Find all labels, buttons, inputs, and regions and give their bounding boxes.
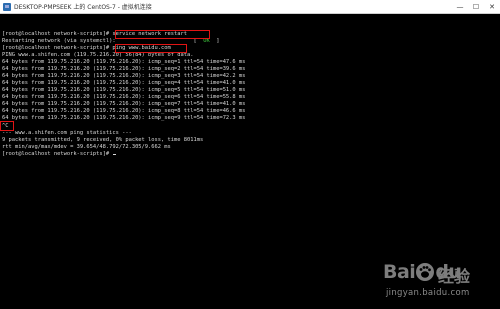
highlight-box-interrupt <box>0 121 14 131</box>
terminal-line: 64 bytes from 119.75.216.20 (119.75.216.… <box>2 66 246 72</box>
terminal-line: 9 packets transmitted, 9 received, 0% pa… <box>2 137 204 143</box>
terminal-line: 64 bytes from 119.75.216.20 (119.75.216.… <box>2 115 246 121</box>
window-title: DESKTOP-PMPSEEK 上的 CentOS-7 - 虚拟机连接 <box>14 4 152 11</box>
maximize-icon[interactable]: ☐ <box>468 0 484 13</box>
terminal-line: --- www.a.shifen.com ping statistics --- <box>2 130 132 136</box>
cursor <box>113 154 117 155</box>
terminal-line: 64 bytes from 119.75.216.20 (119.75.216.… <box>2 73 246 79</box>
terminal-line: PING www.a.shifen.com (119.75.216.20) 56… <box>2 52 194 58</box>
terminal-line: 64 bytes from 119.75.216.20 (119.75.216.… <box>2 59 246 65</box>
highlight-box-ping-command <box>115 44 187 53</box>
terminal-line: 64 bytes from 119.75.216.20 (119.75.216.… <box>2 87 246 93</box>
vm-connection-icon <box>3 2 11 11</box>
window-titlebar[interactable]: DESKTOP-PMPSEEK 上的 CentOS-7 - 虚拟机连接 — ☐ … <box>0 0 500 14</box>
terminal-line: rtt min/avg/max/mdev = 39.654/48.792/72.… <box>2 144 171 150</box>
baidu-watermark-url: jingyan.baidu.com <box>386 288 470 298</box>
terminal-line: 64 bytes from 119.75.216.20 (119.75.216.… <box>2 101 246 107</box>
minimize-icon[interactable]: — <box>452 0 468 13</box>
terminal-line: 64 bytes from 119.75.216.20 (119.75.216.… <box>2 108 246 114</box>
terminal-line: 64 bytes from 119.75.216.20 (119.75.216.… <box>2 80 246 86</box>
baidu-watermark-cn: 经验 <box>438 267 471 286</box>
close-icon[interactable]: ✕ <box>484 0 500 13</box>
highlight-box-restart-command <box>115 30 210 39</box>
baidu-paw-icon <box>416 263 434 281</box>
terminal-line: 64 bytes from 119.75.216.20 (119.75.216.… <box>2 94 246 100</box>
window-controls: — ☐ ✕ <box>452 0 500 13</box>
terminal-prompt[interactable]: [root@localhost network-scripts]# <box>2 151 117 158</box>
